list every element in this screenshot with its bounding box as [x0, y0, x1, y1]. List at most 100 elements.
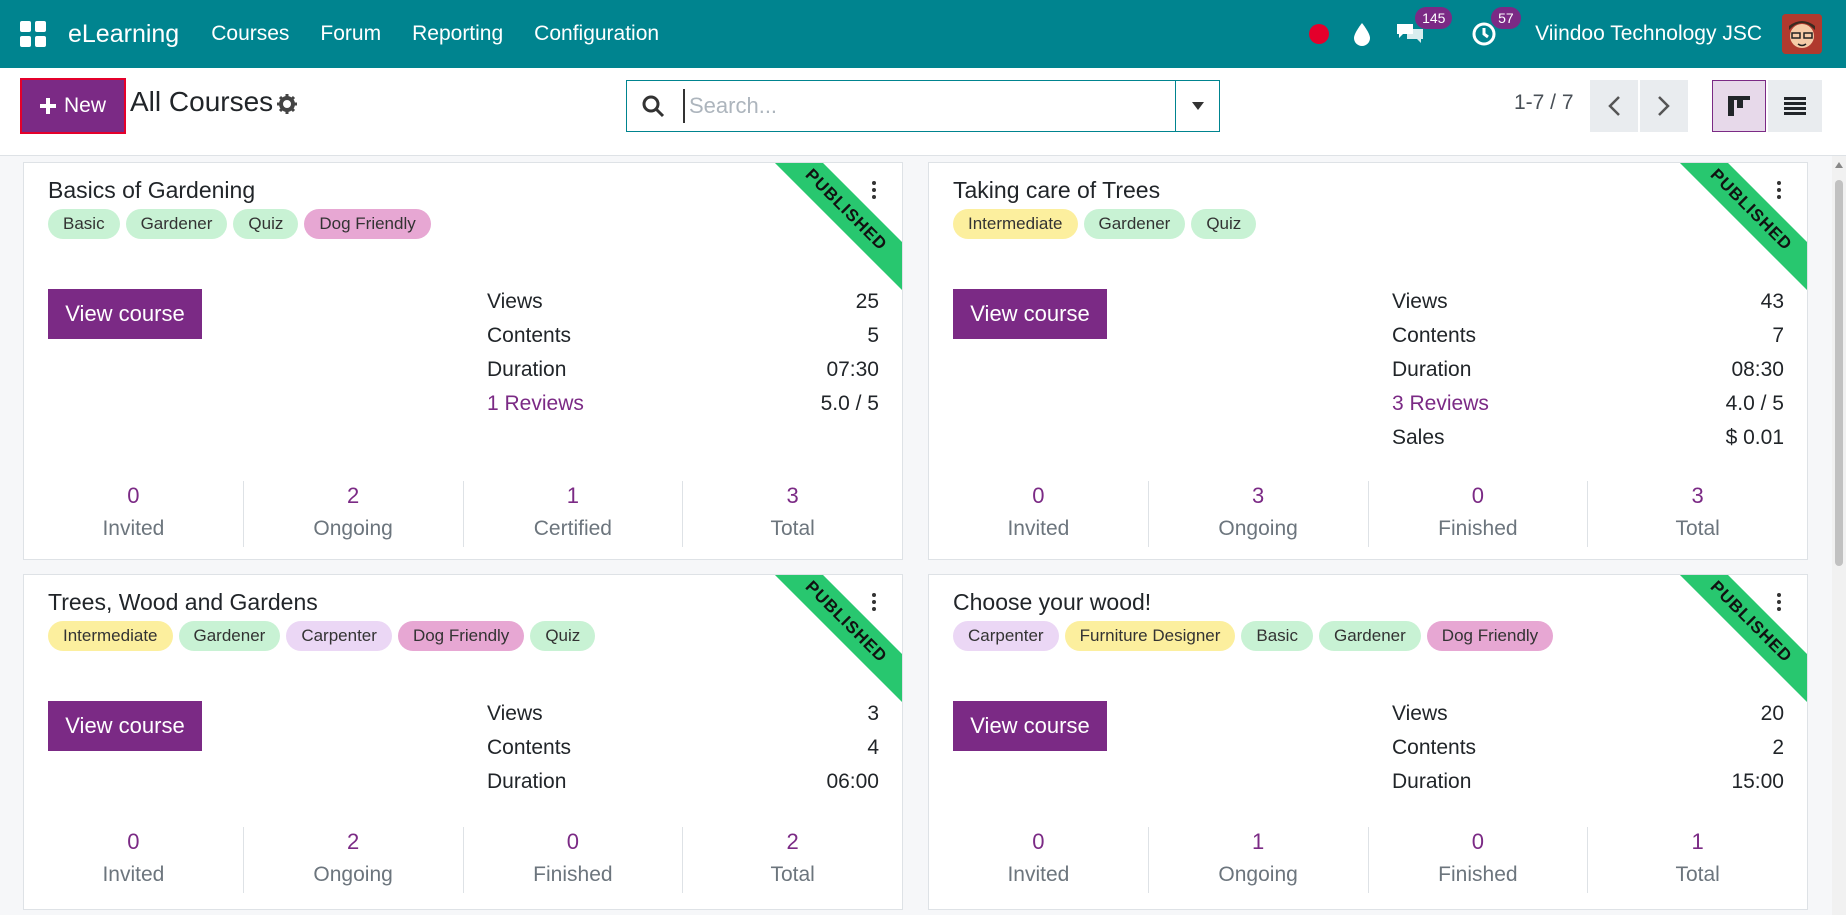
kanban-view-button[interactable]: [1712, 80, 1766, 132]
tag: Quiz: [530, 621, 596, 651]
stat-certified[interactable]: 1 Certified: [464, 481, 684, 547]
stat-number: 0: [1471, 829, 1484, 854]
search-input[interactable]: [683, 89, 1153, 123]
vertical-scrollbar[interactable]: [1832, 156, 1846, 915]
course-card[interactable]: Taking care of Trees Intermediate Garden…: [928, 162, 1808, 560]
tag: Dog Friendly: [1426, 621, 1554, 651]
stat-invited[interactable]: 0 Invited: [24, 827, 244, 893]
course-card[interactable]: Choose your wood! Carpenter Furniture De…: [928, 574, 1808, 910]
pager-next-button[interactable]: [1640, 80, 1688, 132]
scroll-up-icon[interactable]: [1835, 162, 1843, 168]
stat-finished[interactable]: 0 Finished: [1369, 481, 1589, 547]
list-icon: [1784, 97, 1806, 115]
page-title: All Courses: [130, 86, 274, 117]
stat-finished[interactable]: 0 Finished: [464, 827, 684, 893]
stat-ongoing[interactable]: 1 Ongoing: [1149, 827, 1369, 893]
scrollbar-thumb[interactable]: [1835, 180, 1843, 566]
stat-number: 0: [1032, 829, 1045, 854]
course-title[interactable]: Trees, Wood and Gardens: [48, 589, 318, 616]
messages-count-badge: 145: [1415, 7, 1453, 29]
messages-icon[interactable]: 145: [1395, 7, 1453, 47]
stat-caption: Finished: [533, 863, 613, 886]
stat-caption: Invited: [102, 863, 165, 886]
stat-value: 08:30: [1731, 358, 1784, 381]
attendee-stats: 0 Invited 3 Ongoing 0 Finished 3 Total: [929, 481, 1807, 547]
menu-courses[interactable]: Courses: [211, 22, 289, 46]
published-ribbon: PUBLISHED: [1668, 575, 1807, 705]
stat-caption: Finished: [1438, 517, 1518, 540]
new-button-label: New: [63, 94, 106, 117]
view-course-button[interactable]: View course: [48, 289, 202, 339]
stat-finished[interactable]: 0 Finished: [1369, 827, 1589, 893]
pager-value[interactable]: 1-7 / 7: [1514, 91, 1574, 115]
stat-total[interactable]: 1 Total: [1588, 827, 1807, 893]
stat-invited[interactable]: 0 Invited: [24, 481, 244, 547]
stat-number: 1: [566, 483, 579, 508]
tag: Dog Friendly: [304, 209, 431, 239]
stat-label: Contents: [487, 736, 572, 759]
stat-value: 5.0 / 5: [820, 392, 879, 415]
stat-label: Contents: [1392, 324, 1477, 347]
stat-invited[interactable]: 0 Invited: [929, 481, 1149, 547]
card-menu-icon[interactable]: [1777, 593, 1781, 611]
tag: Quiz: [233, 209, 299, 239]
stat-caption: Total: [1675, 863, 1720, 886]
tag: Gardener: [125, 209, 228, 239]
stat-number: 2: [786, 829, 799, 854]
view-course-button[interactable]: View course: [953, 289, 1107, 339]
course-title[interactable]: Basics of Gardening: [48, 177, 255, 204]
stat-total[interactable]: 3 Total: [1588, 481, 1807, 547]
apps-menu-icon[interactable]: [20, 21, 46, 47]
theme-drop-icon[interactable]: [1353, 22, 1371, 46]
course-title[interactable]: Choose your wood!: [953, 589, 1151, 616]
course-card[interactable]: Trees, Wood and Gardens Intermediate Gar…: [23, 574, 903, 910]
pager-previous-button[interactable]: [1590, 80, 1638, 132]
record-icon[interactable]: [1309, 24, 1330, 44]
activities-clock-icon[interactable]: 57: [1471, 7, 1521, 47]
company-switcher[interactable]: Viindoo Technology JSC: [1535, 22, 1762, 46]
tag: Quiz: [1191, 209, 1257, 239]
reviews-link[interactable]: 3 Reviews: [1392, 389, 1489, 423]
list-view-button[interactable]: [1768, 80, 1822, 132]
stat-caption: Total: [1675, 517, 1720, 540]
course-title[interactable]: Taking care of Trees: [953, 177, 1160, 204]
stat-number: 0: [566, 829, 579, 854]
tag: Gardener: [1318, 621, 1421, 651]
stat-value: $ 0.01: [1725, 426, 1784, 449]
user-avatar[interactable]: [1782, 14, 1822, 54]
stat-total[interactable]: 2 Total: [683, 827, 902, 893]
attendee-stats: 0 Invited 2 Ongoing 0 Finished 2 Total: [24, 827, 902, 893]
stat-total[interactable]: 3 Total: [683, 481, 902, 547]
stat-ongoing[interactable]: 3 Ongoing: [1149, 481, 1369, 547]
stat-number: 3: [786, 483, 799, 508]
card-menu-icon[interactable]: [872, 593, 876, 611]
stat-caption: Finished: [1438, 863, 1518, 886]
stat-ongoing[interactable]: 2 Ongoing: [244, 481, 464, 547]
stat-value: 4.0 / 5: [1725, 392, 1784, 415]
gear-icon[interactable]: [276, 93, 298, 120]
course-card[interactable]: Basics of Gardening Basic Gardener Quiz …: [23, 162, 903, 560]
stat-label: Contents: [1392, 736, 1477, 759]
stat-number: 0: [127, 483, 140, 508]
reviews-link[interactable]: 1 Reviews: [487, 389, 584, 423]
menu-reporting[interactable]: Reporting: [412, 22, 503, 46]
menu-forum[interactable]: Forum: [320, 22, 381, 46]
card-menu-icon[interactable]: [872, 181, 876, 199]
view-course-button[interactable]: View course: [953, 701, 1107, 751]
stat-invited[interactable]: 0 Invited: [929, 827, 1149, 893]
kanban-icon: [1728, 96, 1750, 116]
stat-label: Duration: [1392, 358, 1472, 381]
stat-number: 0: [127, 829, 140, 854]
card-menu-icon[interactable]: [1777, 181, 1781, 199]
tag: Gardener: [1083, 209, 1186, 239]
search-options-toggle[interactable]: [1175, 81, 1219, 131]
stat-label: Contents: [487, 324, 572, 347]
stat-ongoing[interactable]: 2 Ongoing: [244, 827, 464, 893]
app-brand[interactable]: eLearning: [68, 20, 179, 49]
course-tags: Basic Gardener Quiz Dog Friendly: [48, 209, 431, 239]
tag: Gardener: [178, 621, 281, 651]
view-course-button[interactable]: View course: [48, 701, 202, 751]
menu-configuration[interactable]: Configuration: [534, 22, 659, 46]
attendee-stats: 0 Invited 2 Ongoing 1 Certified 3 Total: [24, 481, 902, 547]
new-button[interactable]: New: [20, 78, 126, 134]
